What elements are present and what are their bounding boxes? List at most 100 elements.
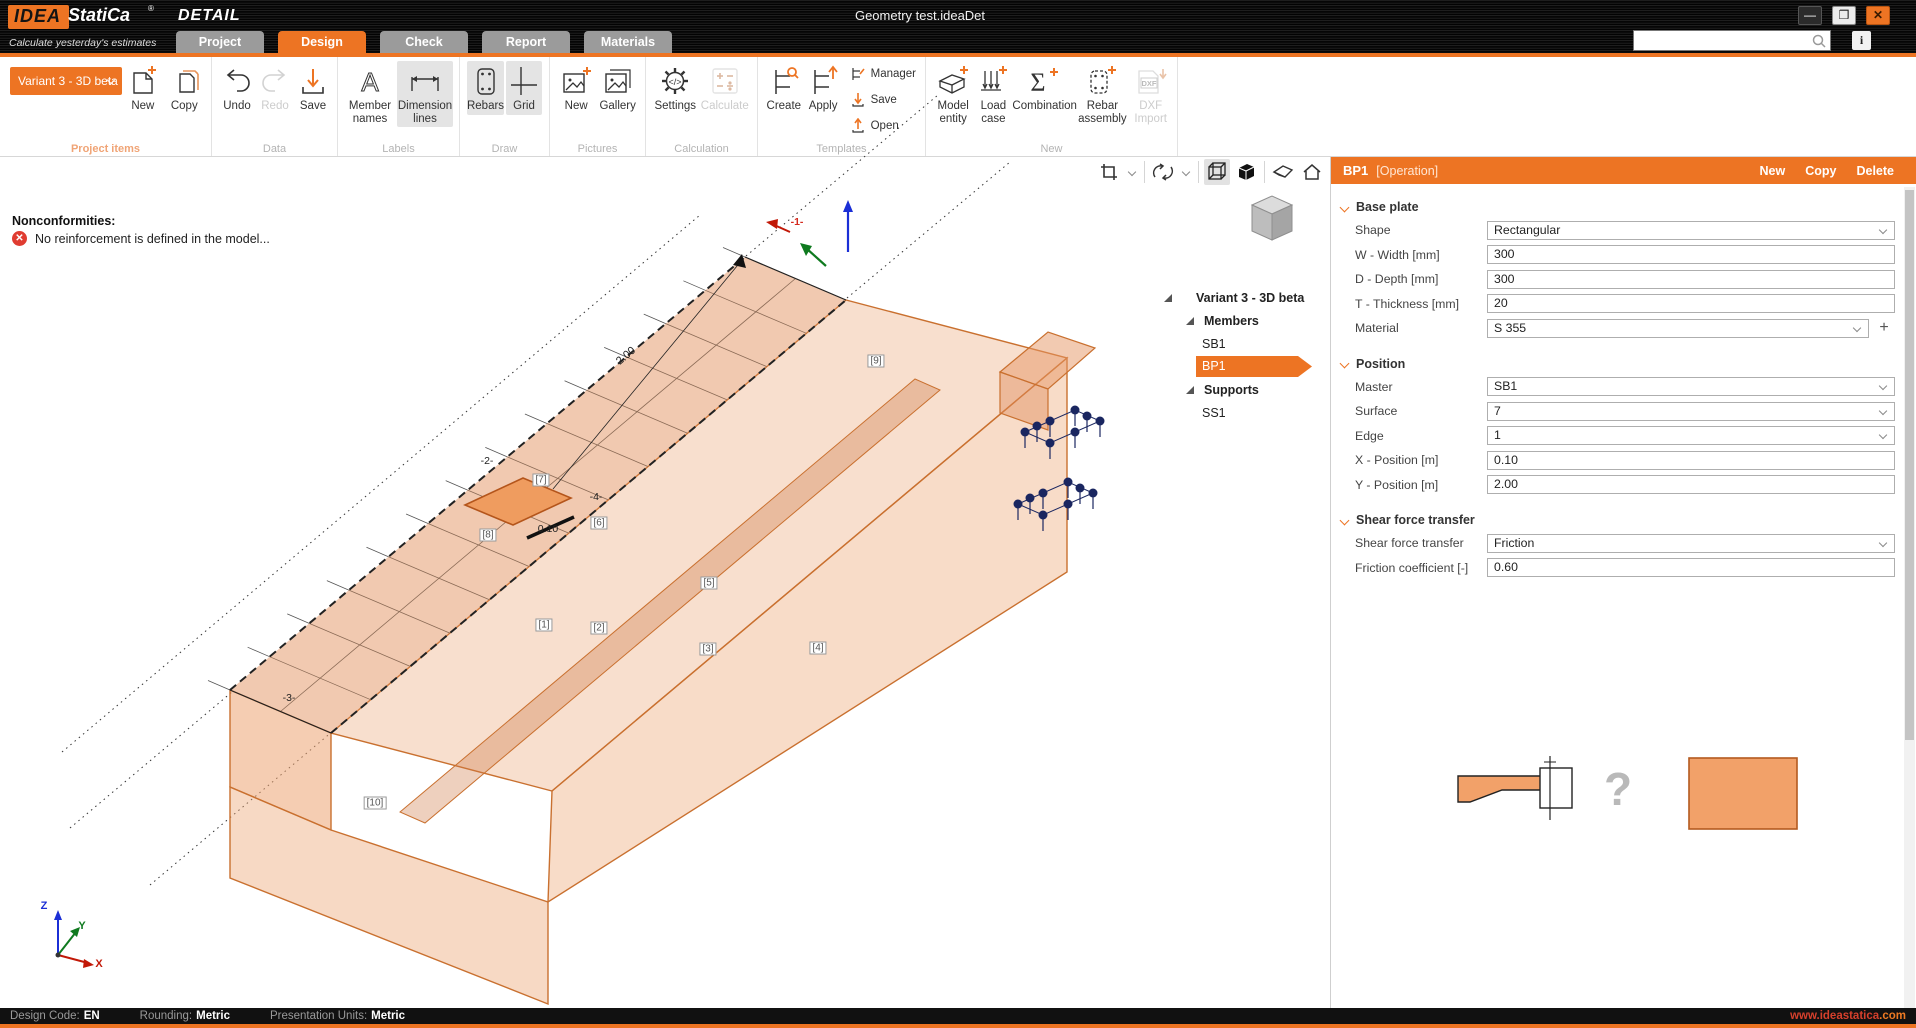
wireframe-cube-icon bbox=[1206, 161, 1228, 183]
search-icon[interactable] bbox=[1812, 34, 1826, 53]
tree-item-label: SB1 bbox=[1202, 337, 1226, 351]
property-row: Friction coefficient [-]0.60 bbox=[1355, 556, 1895, 581]
select-shear-force-transfer[interactable]: Friction bbox=[1487, 534, 1895, 553]
input-w-width-mm-[interactable]: 300 bbox=[1487, 245, 1895, 264]
viewport-label: [5] bbox=[700, 577, 717, 590]
select-shape[interactable]: Rectangular bbox=[1487, 221, 1895, 240]
wireframe-view-button[interactable] bbox=[1204, 159, 1230, 185]
solid-view-button[interactable] bbox=[1233, 159, 1259, 185]
property-label: Surface bbox=[1355, 404, 1487, 418]
search-input[interactable] bbox=[1637, 32, 1809, 49]
operation-delete-button[interactable]: Delete bbox=[1856, 164, 1894, 178]
property-row: W - Width [mm]300 bbox=[1355, 243, 1895, 268]
status-item: Design Code:EN bbox=[10, 1010, 100, 1022]
section-title: Base plate bbox=[1356, 200, 1419, 214]
status-accent-line bbox=[0, 1024, 1916, 1028]
clipping-dropdown[interactable] bbox=[1125, 169, 1139, 175]
section-collapse-icon[interactable] bbox=[1340, 202, 1350, 212]
select-master[interactable]: SB1 bbox=[1487, 377, 1895, 396]
viewport-label: [7] bbox=[532, 474, 549, 487]
tree-item-members[interactable]: Members bbox=[1160, 309, 1330, 332]
property-label: Y - Position [m] bbox=[1355, 478, 1487, 492]
viewport-label: [6] bbox=[590, 517, 607, 530]
section-collapse-icon[interactable] bbox=[1340, 359, 1350, 369]
property-row: X - Position [m]0.10 bbox=[1355, 448, 1895, 473]
section-cut-button[interactable] bbox=[1270, 159, 1296, 185]
viewport-label: 0.10 bbox=[538, 523, 558, 535]
section-title: Position bbox=[1356, 357, 1405, 371]
operation-subtitle: [Operation] bbox=[1376, 164, 1438, 178]
operation-new-button[interactable]: New bbox=[1760, 164, 1786, 178]
viewport-label: -3- bbox=[283, 692, 296, 704]
section-collapse-icon[interactable] bbox=[1340, 515, 1350, 525]
viewport-label: [9] bbox=[867, 355, 884, 368]
select-material[interactable]: S 355 bbox=[1487, 319, 1869, 338]
viewport-label: -4- bbox=[590, 491, 603, 503]
property-label: W - Width [mm] bbox=[1355, 248, 1487, 262]
property-label: Master bbox=[1355, 380, 1487, 394]
property-row: MasterSB1 bbox=[1355, 375, 1895, 400]
orbit-tool-button[interactable] bbox=[1150, 159, 1176, 185]
app-window: IDEA StatiCa ® DETAIL Calculate yesterda… bbox=[0, 0, 1916, 1028]
clipped-cube-icon bbox=[1271, 162, 1295, 182]
viewport-label: [3] bbox=[699, 643, 716, 656]
tree-item-variant-3-3d-beta[interactable]: Variant 3 - 3D beta bbox=[1160, 286, 1330, 309]
properties-panel: BP1 [Operation] New Copy Delete Base pla… bbox=[1331, 157, 1916, 1008]
tree-expander-icon[interactable] bbox=[1186, 383, 1194, 397]
tree-expander-icon[interactable] bbox=[1164, 291, 1172, 305]
viewport-label: [1] bbox=[535, 619, 552, 632]
input-y-position-m-[interactable]: 2.00 bbox=[1487, 475, 1895, 494]
input-friction-coefficient-[interactable]: 0.60 bbox=[1487, 558, 1895, 577]
property-row: Edge1 bbox=[1355, 424, 1895, 449]
maximize-button[interactable]: ❒ bbox=[1832, 6, 1856, 25]
tree-item-sb1[interactable]: SB1 bbox=[1160, 332, 1330, 355]
select-edge[interactable]: 1 bbox=[1487, 426, 1895, 445]
tree-item-supports[interactable]: Supports bbox=[1160, 378, 1330, 401]
operation-title: BP1 bbox=[1343, 163, 1368, 178]
chevron-down-icon bbox=[1879, 431, 1887, 439]
tree-item-bp1[interactable]: BP1 bbox=[1160, 355, 1330, 378]
property-label: X - Position [m] bbox=[1355, 453, 1487, 467]
info-button[interactable]: i bbox=[1852, 31, 1871, 50]
section-shear-force-transfer: Shear force transfer Shear force transfer… bbox=[1355, 509, 1895, 580]
status-bar: Design Code:ENRounding:MetricPresentatio… bbox=[0, 1008, 1916, 1024]
chevron-down-icon bbox=[1879, 382, 1887, 390]
input-t-thickness-mm-[interactable]: 20 bbox=[1487, 294, 1895, 313]
property-label: Shape bbox=[1355, 223, 1487, 237]
home-view-button[interactable] bbox=[1299, 159, 1325, 185]
tree-item-label: Variant 3 - 3D beta bbox=[1196, 291, 1304, 305]
chevron-down-icon bbox=[1879, 539, 1887, 547]
nonconformity-message: No reinforcement is defined in the model… bbox=[35, 232, 270, 246]
axis-z-label: Z bbox=[41, 900, 48, 912]
viewport-toolbar bbox=[1096, 158, 1354, 186]
crop-icon bbox=[1099, 162, 1119, 182]
add-material-button[interactable]: + bbox=[1875, 319, 1893, 337]
properties-scrollbar[interactable] bbox=[1904, 187, 1915, 1008]
home-icon bbox=[1301, 162, 1323, 182]
operation-actions: New Copy Delete bbox=[1760, 157, 1894, 184]
operation-copy-button[interactable]: Copy bbox=[1805, 164, 1836, 178]
close-button[interactable]: ✕ bbox=[1866, 6, 1890, 25]
website-link[interactable]: www.ideastatica.com bbox=[1790, 1010, 1906, 1022]
input-d-depth-mm-[interactable]: 300 bbox=[1487, 270, 1895, 289]
viewport-label: -2- bbox=[481, 455, 494, 467]
minimize-button[interactable]: — bbox=[1798, 6, 1822, 25]
solid-cube-icon bbox=[1235, 161, 1257, 183]
input-x-position-m-[interactable]: 0.10 bbox=[1487, 451, 1895, 470]
clipping-tool-button[interactable] bbox=[1096, 159, 1122, 185]
property-row: Shear force transferFriction bbox=[1355, 531, 1895, 556]
orbit-dropdown[interactable] bbox=[1179, 169, 1193, 175]
viewport-3d-drawing bbox=[0, 0, 1331, 1028]
tree-item-ss1[interactable]: SS1 bbox=[1160, 401, 1330, 424]
select-surface[interactable]: 7 bbox=[1487, 402, 1895, 421]
viewport-label: -1- bbox=[791, 216, 804, 228]
tree-item-label: Members bbox=[1204, 314, 1259, 328]
nonconformities-title: Nonconformities: bbox=[12, 214, 115, 228]
section-title: Shear force transfer bbox=[1356, 513, 1475, 527]
property-label: Friction coefficient [-] bbox=[1355, 561, 1487, 575]
tree-expander-icon[interactable] bbox=[1186, 314, 1194, 328]
viewport-label: [8] bbox=[479, 529, 496, 542]
viewport-label: [4] bbox=[809, 642, 826, 655]
nonconformity-item: ✕ No reinforcement is defined in the mod… bbox=[12, 231, 270, 246]
axis-x-label: X bbox=[95, 958, 102, 970]
